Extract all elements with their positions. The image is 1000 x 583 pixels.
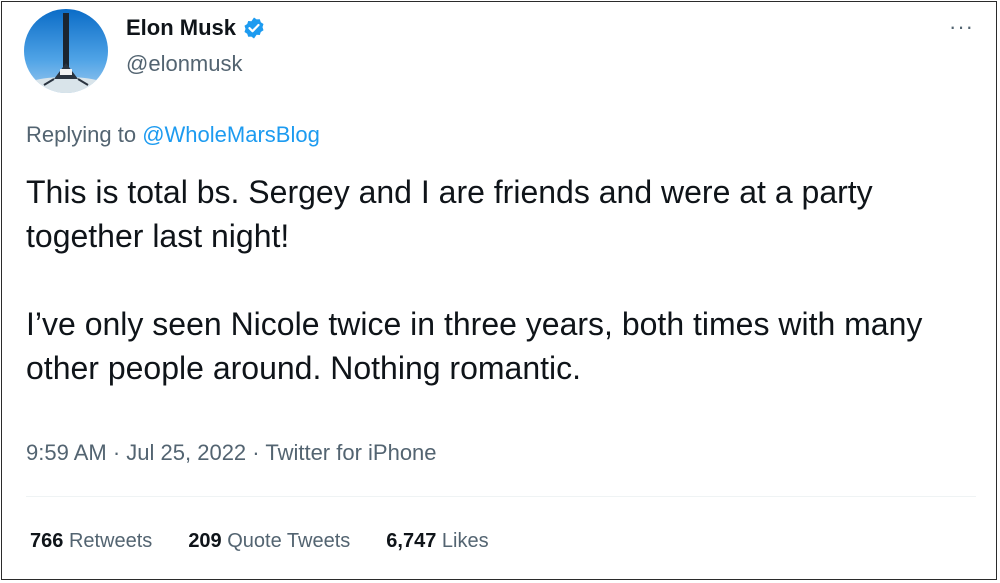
author-name-row[interactable]: Elon Musk <box>126 15 266 41</box>
retweets-label: Retweets <box>68 530 153 552</box>
tweet-paragraph: I’ve only seen Nicole twice in three yea… <box>26 306 923 386</box>
quote-tweets-count: 209 <box>188 530 222 552</box>
tweet-text: This is total bs. Sergey and I are frien… <box>26 170 966 390</box>
tweet-date[interactable]: Jul 25, 2022 <box>126 440 246 465</box>
likes-stat[interactable]: 6,747 Likes <box>386 530 488 553</box>
more-options-icon[interactable]: ··· <box>949 16 974 38</box>
tweet-paragraph: This is total bs. Sergey and I are frien… <box>26 174 873 254</box>
reply-handle-link[interactable]: @WholeMarsBlog <box>142 122 320 147</box>
tweet-time[interactable]: 9:59 AM <box>26 440 107 465</box>
likes-label: Likes <box>441 530 489 552</box>
author-display-name[interactable]: Elon Musk <box>126 15 236 41</box>
verified-badge-icon <box>242 16 266 40</box>
quote-tweets-label: Quote Tweets <box>227 530 351 552</box>
tweet-card: Elon Musk @elonmusk ··· Replying to @Who… <box>1 1 997 580</box>
meta-separator: · <box>112 440 121 465</box>
tweet-meta: 9:59 AM · Jul 25, 2022 · Twitter for iPh… <box>26 440 437 466</box>
replying-to: Replying to @WholeMarsBlog <box>26 122 320 148</box>
divider <box>26 496 976 497</box>
tweet-source[interactable]: Twitter for iPhone <box>265 440 436 465</box>
tweet-stats: 766 Retweets 209 Quote Tweets 6,747 Like… <box>30 530 489 553</box>
retweets-stat[interactable]: 766 Retweets <box>30 530 152 553</box>
rocket-launch-icon <box>24 9 108 93</box>
quote-tweets-stat[interactable]: 209 Quote Tweets <box>188 530 350 553</box>
avatar[interactable] <box>24 9 108 93</box>
author-handle[interactable]: @elonmusk <box>126 51 243 77</box>
replying-to-label: Replying to <box>26 122 137 147</box>
meta-separator: · <box>252 440 260 465</box>
retweets-count: 766 <box>30 530 64 552</box>
likes-count: 6,747 <box>386 530 437 552</box>
